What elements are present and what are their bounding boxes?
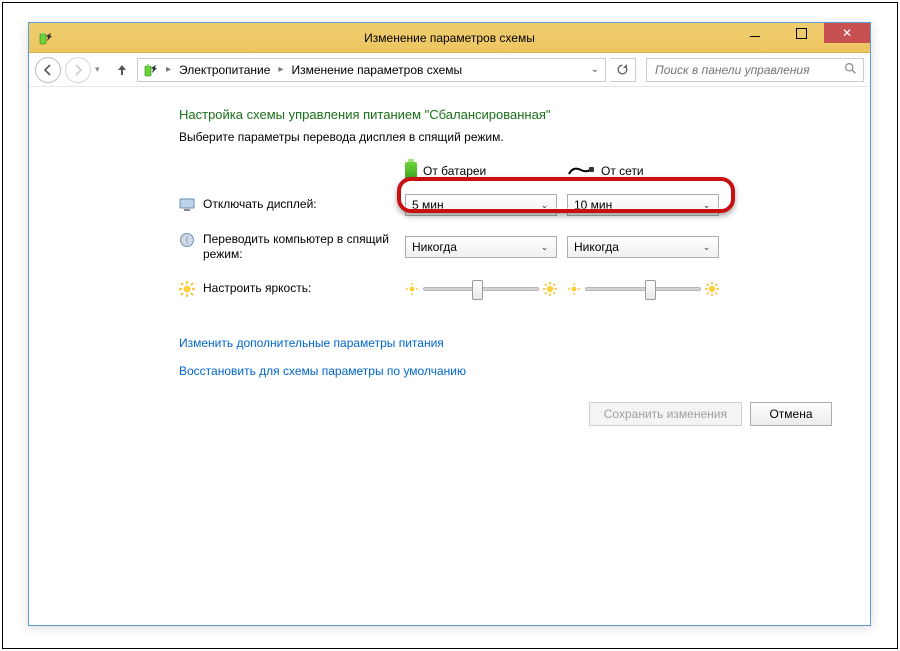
close-button[interactable] [824,23,870,43]
combo-sleep-battery[interactable]: Никогда ⌄ [405,236,557,258]
combo-value: Никогда [412,240,457,254]
navbar: ▾ ▸ Электропитание ▸ Изменение параметро… [29,53,870,87]
slider-brightness-ac[interactable] [567,282,719,296]
sun-large-icon [543,282,557,296]
label-sleep: Переводить компьютер в спящий режим: [203,232,395,262]
sun-icon [179,281,195,297]
minimize-button[interactable] [732,23,778,43]
slider-track[interactable] [585,287,701,291]
titlebar: Изменение параметров схемы [29,23,870,53]
link-restore-defaults[interactable]: Восстановить для схемы параметры по умол… [179,364,836,378]
breadcrumb-item-1[interactable]: Электропитание [179,63,270,77]
window-buttons [732,23,870,43]
history-dropdown[interactable]: ▾ [95,64,107,75]
sun-large-icon [705,282,719,296]
setting-row-sleep: Переводить компьютер в спящий режим: Ник… [179,232,836,262]
slider-thumb[interactable] [645,280,656,300]
combo-value: Никогда [574,240,619,254]
links-area: Изменить дополнительные параметры питани… [179,336,836,378]
sun-small-icon [567,282,581,296]
link-advanced-settings[interactable]: Изменить дополнительные параметры питани… [179,336,836,350]
up-button[interactable] [111,58,133,82]
maximize-button[interactable] [778,23,824,43]
breadcrumb-icon [142,62,158,78]
battery-icon [405,162,417,180]
page-heading: Настройка схемы управления питанием "Сба… [179,107,836,122]
combo-value: 5 мин [412,198,444,212]
cancel-button[interactable]: Отмена [750,402,832,426]
slider-thumb[interactable] [472,280,483,300]
column-header-battery: От батареи [405,162,557,180]
column-headers: От батареи От сети [405,162,836,180]
content-area: Настройка схемы управления питанием "Сба… [29,87,870,625]
search-icon [844,62,857,78]
chevron-down-icon: ⌄ [699,238,714,256]
chevron-down-icon: ⌄ [537,196,552,214]
forward-button[interactable] [65,57,91,83]
label-brightness: Настроить яркость: [203,281,311,295]
search-input[interactable] [653,62,840,78]
refresh-button[interactable] [610,58,636,82]
breadcrumb[interactable]: ▸ Электропитание ▸ Изменение параметров … [137,58,606,82]
button-row: Сохранить изменения Отмена [179,402,836,426]
monitor-icon [179,197,195,213]
moon-icon [179,232,195,248]
setting-row-brightness: Настроить яркость: [179,276,836,302]
slider-track[interactable] [423,287,539,291]
column-label-battery: От батареи [423,164,486,178]
chevron-down-icon: ⌄ [537,238,552,256]
app-icon [37,30,53,46]
page-subheading: Выберите параметры перевода дисплея в сп… [179,130,836,144]
setting-row-display: Отключать дисплей: 5 мин ⌄ 10 мин ⌄ [179,192,836,218]
slider-brightness-battery[interactable] [405,282,557,296]
combo-sleep-ac[interactable]: Никогда ⌄ [567,236,719,258]
combo-display-battery[interactable]: 5 мин ⌄ [405,194,557,216]
breadcrumb-dropdown[interactable]: ⌄ [591,64,601,75]
chevron-right-icon: ▸ [276,64,285,75]
plug-icon [567,164,595,178]
label-display: Отключать дисплей: [203,197,317,211]
window: Изменение параметров схемы ▾ [28,22,871,626]
search-box[interactable] [646,58,864,82]
chevron-down-icon: ⌄ [699,196,714,214]
chevron-right-icon: ▸ [164,64,173,75]
combo-value: 10 мин [574,198,612,212]
breadcrumb-item-2[interactable]: Изменение параметров схемы [291,63,462,77]
column-label-ac: От сети [601,164,644,178]
save-button[interactable]: Сохранить изменения [589,402,742,426]
column-header-ac: От сети [567,162,719,180]
sun-small-icon [405,282,419,296]
back-button[interactable] [35,57,61,83]
combo-display-ac[interactable]: 10 мин ⌄ [567,194,719,216]
